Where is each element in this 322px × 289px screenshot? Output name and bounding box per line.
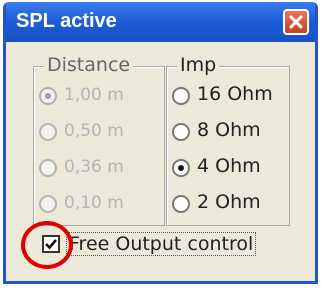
radio-label: 4 Ohm <box>197 155 261 177</box>
title-bar[interactable]: SPL active <box>6 2 315 42</box>
radio-label: 0,10 m <box>64 193 124 213</box>
checkmark-icon <box>45 239 57 250</box>
distance-group-title: Distance <box>44 53 134 77</box>
radio-button[interactable] <box>39 195 57 213</box>
radio-label: 1,00 m <box>64 85 124 105</box>
imp-group-title: Imp <box>177 53 220 77</box>
dialog-window: SPL active Distance 1,00 m 0,50 m 0,36 m… <box>3 2 318 284</box>
radio-button[interactable] <box>172 123 190 141</box>
radio-button[interactable] <box>39 87 57 105</box>
checkbox-label: Free Output control <box>66 232 257 256</box>
radio-button[interactable] <box>39 123 57 141</box>
distance-groupbox: Distance 1,00 m 0,50 m 0,36 m 0,10 m <box>33 53 165 226</box>
radio-label: 16 Ohm <box>197 83 273 105</box>
radio-button[interactable] <box>172 159 190 177</box>
checkbox-box[interactable] <box>42 235 60 253</box>
radio-button[interactable] <box>172 195 190 213</box>
radio-label: 0,36 m <box>64 157 124 177</box>
radio-label: 2 Ohm <box>197 191 261 213</box>
free-output-control-checkbox[interactable]: Free Output control <box>36 231 257 261</box>
window-title: SPL active <box>16 10 117 32</box>
radio-label: 0,50 m <box>64 121 124 141</box>
radio-button[interactable] <box>39 159 57 177</box>
impedance-groupbox: Imp 16 Ohm 8 Ohm 4 Ohm 2 Ohm <box>166 53 290 226</box>
radio-button[interactable] <box>172 87 190 105</box>
radio-label: 8 Ohm <box>197 119 261 141</box>
close-button[interactable] <box>283 9 309 35</box>
close-icon <box>289 15 303 29</box>
